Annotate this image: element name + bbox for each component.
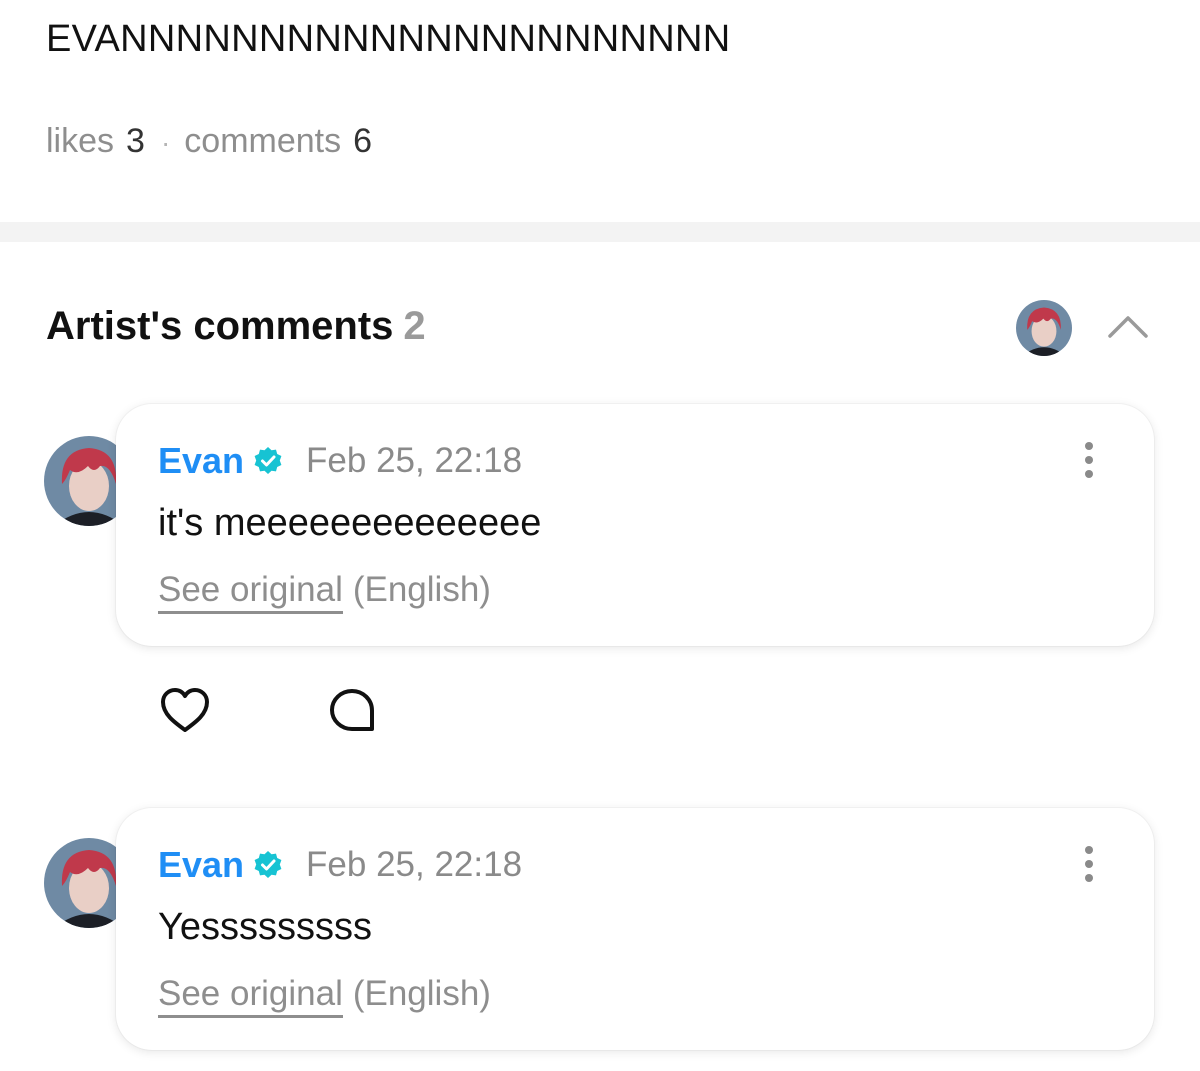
comment-date: Feb 25, 22:18 (306, 845, 523, 884)
like-button[interactable] (158, 686, 212, 736)
section-title-text: Artist's comments (46, 304, 394, 348)
comment-text: it's meeeeeeeeeeeeee (158, 502, 542, 544)
section-count: 2 (403, 304, 426, 348)
comment-item: Evan Feb 25, 22:18 Yesssssssss See origi… (0, 808, 1200, 1050)
chevron-up-icon (1108, 316, 1148, 338)
more-options-button[interactable] (1074, 844, 1104, 884)
translation-line: See original (English) (158, 974, 491, 1018)
reply-button[interactable] (326, 686, 378, 736)
comment-actions (158, 686, 458, 736)
artist-comments-header: Artist's comments 2 (46, 300, 1156, 360)
original-language: (English) (352, 974, 491, 1013)
post-stats: likes 3 · comments 6 (46, 122, 372, 161)
comments-count: 6 (353, 122, 373, 160)
comment-date: Feb 25, 22:18 (306, 441, 523, 480)
original-language: (English) (352, 570, 491, 609)
comment-text: Yesssssssss (158, 906, 372, 948)
section-title: Artist's comments 2 (46, 304, 426, 349)
header-avatar[interactable] (1016, 300, 1072, 356)
translation-line: See original (English) (158, 570, 491, 614)
comment-bubble: Evan Feb 25, 22:18 Yesssssssss See origi… (116, 808, 1154, 1050)
more-vertical-icon (1085, 846, 1093, 882)
section-divider (0, 222, 1200, 242)
author-name[interactable]: Evan (158, 844, 244, 886)
stats-separator: · (160, 127, 171, 158)
comment-item: Evan Feb 25, 22:18 it's meeeeeeeeeeeeee … (0, 404, 1200, 646)
comments-label: comments (184, 122, 342, 160)
more-options-button[interactable] (1074, 440, 1104, 480)
comment-bubble-icon (330, 689, 374, 731)
author-name[interactable]: Evan (158, 440, 244, 482)
comment-meta: Evan Feb 25, 22:18 (158, 440, 522, 482)
collapse-button[interactable] (1104, 306, 1152, 346)
verified-badge-icon (254, 447, 282, 474)
verified-badge-icon (254, 851, 282, 878)
likes-count: 3 (126, 122, 145, 160)
heart-icon (161, 688, 209, 732)
see-original-link[interactable]: See original (158, 974, 343, 1018)
comment-bubble: Evan Feb 25, 22:18 it's meeeeeeeeeeeeee … (116, 404, 1154, 646)
likes-label: likes (46, 122, 115, 160)
more-vertical-icon (1085, 442, 1093, 478)
post-title: EVANNNNNNNNNNNNNNNNNNNNNN (46, 18, 731, 60)
comment-meta: Evan Feb 25, 22:18 (158, 844, 522, 886)
see-original-link[interactable]: See original (158, 570, 343, 614)
